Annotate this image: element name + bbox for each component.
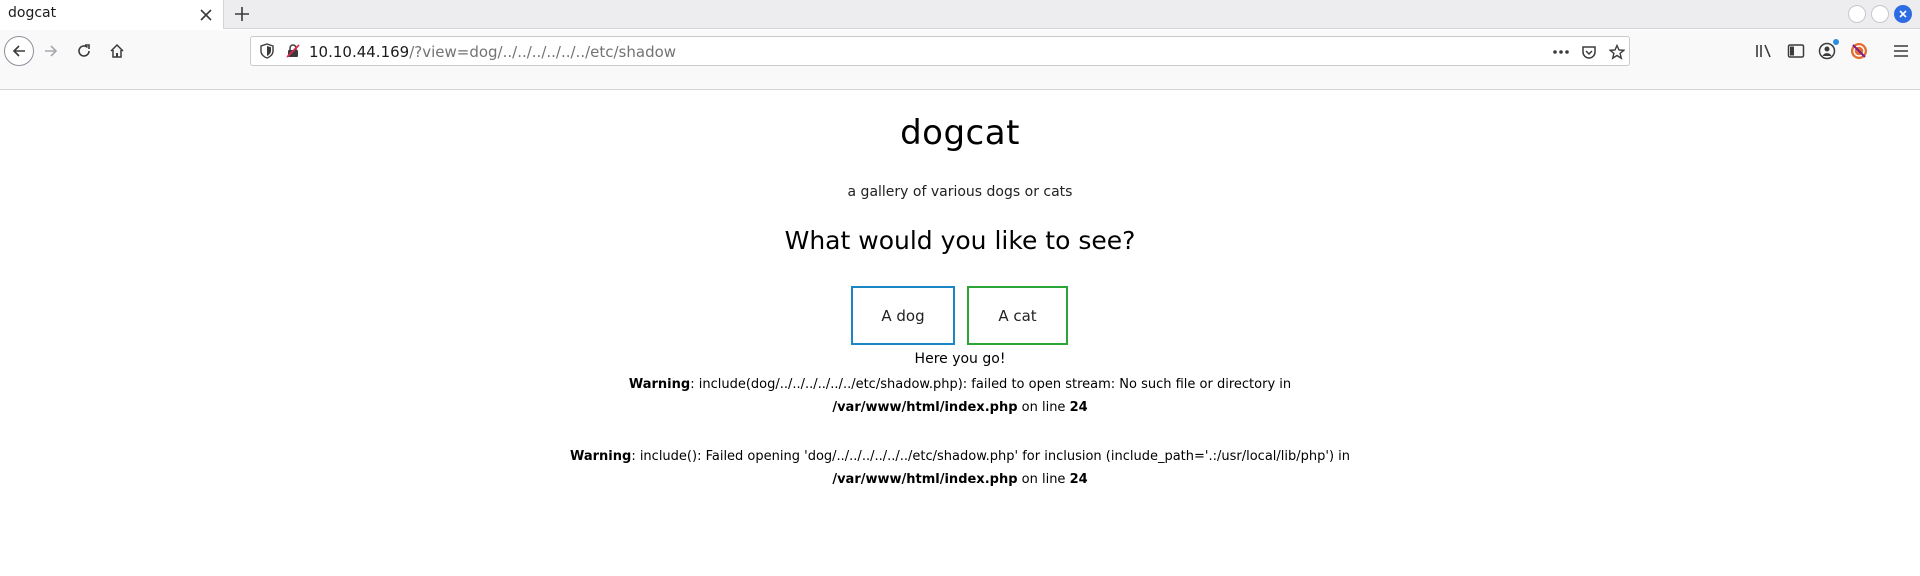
more-icon[interactable]: [1551, 42, 1571, 62]
page-subtitle: a gallery of various dogs or cats: [847, 184, 1073, 200]
warning-message: Warning: include(): Failed opening 'dog/…: [0, 445, 1920, 491]
page-content: dogcat a gallery of various dogs or cats…: [0, 91, 1920, 576]
navigation-toolbar: 10.10.44.169/?view=dog/../../../../../..…: [0, 30, 1920, 90]
extension-icon[interactable]: [1848, 40, 1870, 62]
window-close-button[interactable]: [1894, 5, 1912, 23]
dog-button[interactable]: A dog: [851, 286, 955, 345]
arrow-right-icon[interactable]: [38, 38, 64, 64]
url-path: /?view=dog/../../../../../../etc/shadow: [409, 43, 677, 61]
star-icon[interactable]: [1607, 42, 1627, 62]
warning-line-prefix: on line: [1017, 472, 1070, 487]
reload-icon[interactable]: [71, 38, 97, 64]
cat-button[interactable]: A cat: [967, 286, 1068, 345]
sidebar-icon[interactable]: [1785, 40, 1807, 62]
notification-dot: [1833, 39, 1839, 45]
hamburger-icon[interactable]: [1890, 40, 1912, 62]
pocket-icon[interactable]: [1579, 42, 1599, 62]
plus-icon[interactable]: [230, 2, 254, 26]
home-icon[interactable]: [104, 38, 130, 64]
tab-title: dogcat: [8, 5, 57, 21]
prompt-heading: What would you like to see?: [784, 226, 1136, 255]
warning-line-number: 24: [1069, 400, 1088, 415]
insecure-lock-icon[interactable]: [285, 43, 301, 59]
browser-tab[interactable]: dogcat: [0, 0, 224, 29]
page-title: dogcat: [900, 113, 1020, 153]
url-text[interactable]: 10.10.44.169/?view=dog/../../../../../..…: [309, 43, 676, 61]
result-message: Here you go!: [914, 351, 1006, 367]
warning-label: Warning: [628, 377, 691, 392]
warning-label: Warning: [569, 449, 632, 464]
library-icon[interactable]: [1753, 40, 1775, 62]
arrow-left-icon[interactable]: [4, 36, 34, 66]
url-host: 10.10.44.169: [309, 43, 410, 61]
maximize-button[interactable]: [1871, 5, 1889, 23]
warning-text: : include(): Failed opening 'dog/../../.…: [631, 449, 1351, 464]
close-icon[interactable]: [196, 5, 216, 25]
address-bar[interactable]: 10.10.44.169/?view=dog/../../../../../..…: [250, 36, 1630, 66]
account-icon[interactable]: [1816, 39, 1839, 62]
shield-icon[interactable]: [259, 43, 275, 59]
warning-line-prefix: on line: [1017, 400, 1070, 415]
minimize-button[interactable]: [1848, 5, 1866, 23]
warning-line-number: 24: [1069, 472, 1088, 487]
warning-file: /var/www/html/index.php: [832, 472, 1018, 487]
warning-message: Warning: include(dog/../../../../../../e…: [0, 373, 1920, 419]
warning-file: /var/www/html/index.php: [832, 400, 1018, 415]
warning-text: : include(dog/../../../../../../etc/shad…: [690, 377, 1292, 392]
tab-strip: dogcat: [0, 0, 1920, 29]
